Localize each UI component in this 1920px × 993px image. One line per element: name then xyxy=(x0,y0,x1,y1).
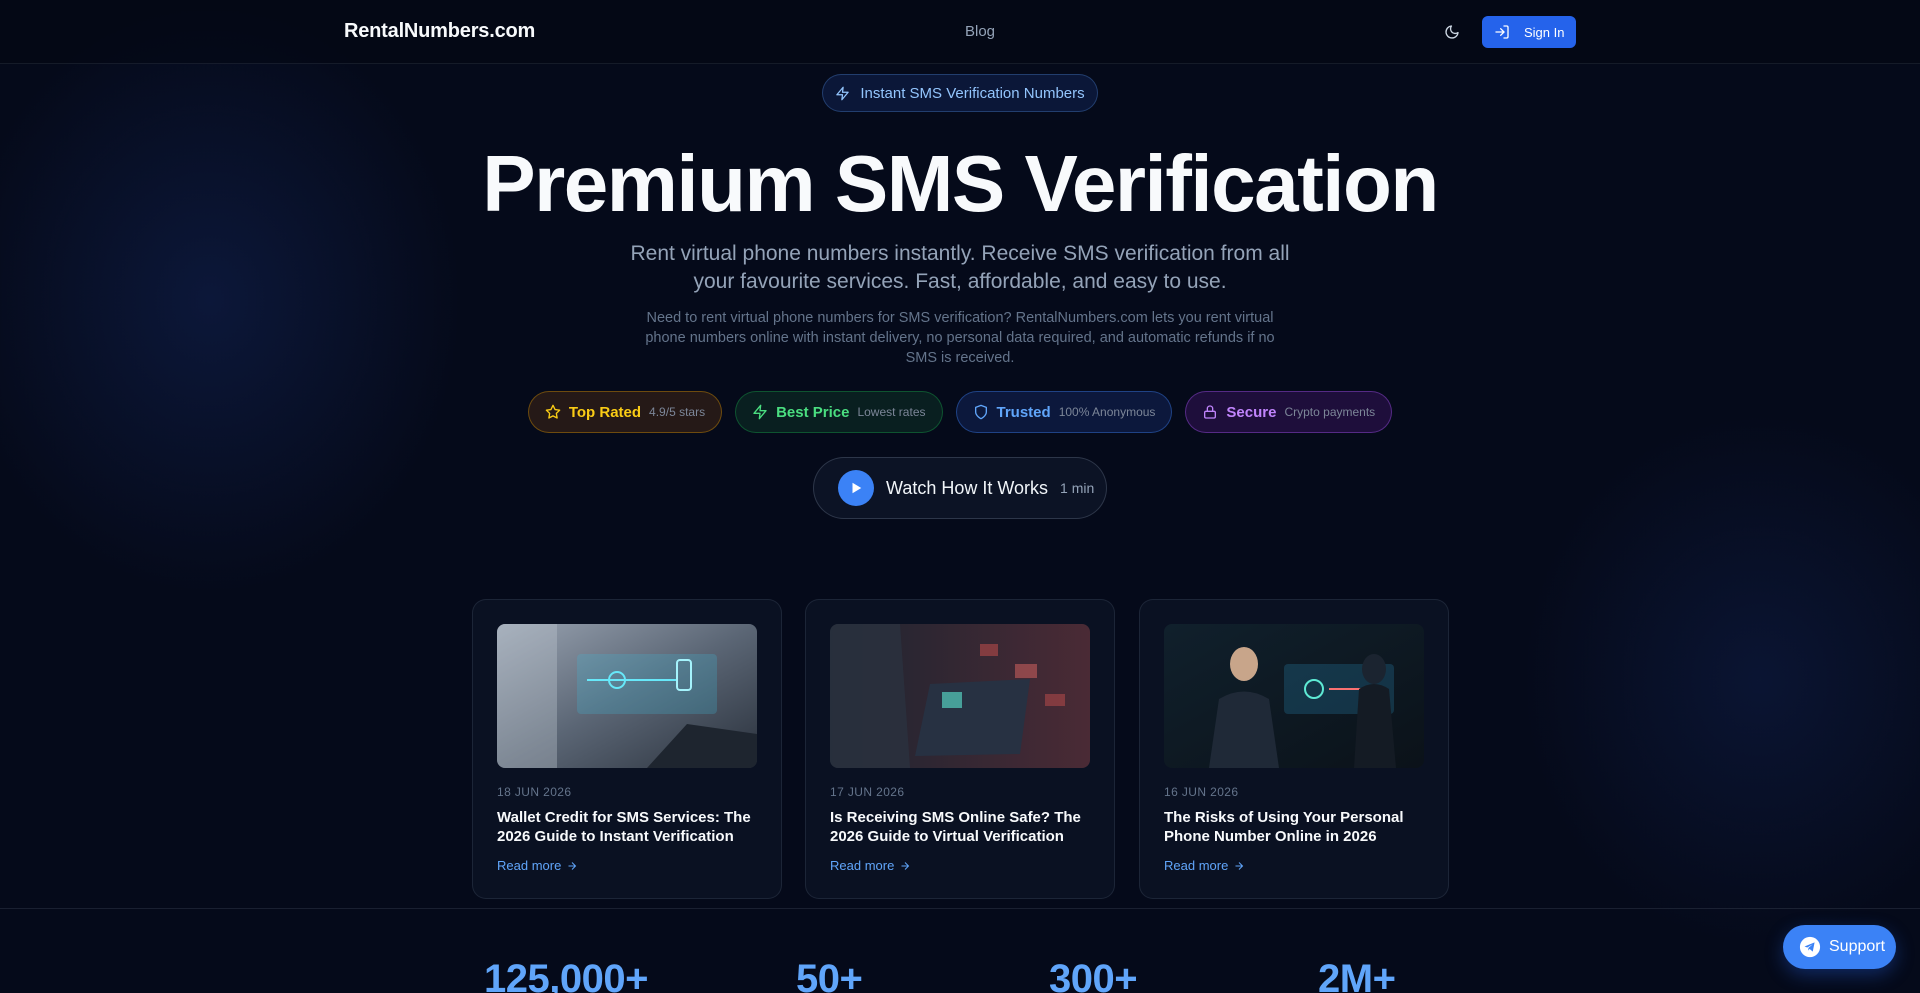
watch-label: Watch How It Works xyxy=(886,477,1049,498)
telegram-icon xyxy=(1799,936,1821,958)
blog-card-date: 18 JUN 2026 xyxy=(497,785,572,799)
badge-subtitle: 100% Anonymous xyxy=(1058,405,1156,419)
lock-icon xyxy=(1204,405,1217,419)
blog-card[interactable]: 17 JUN 2026 Is Receiving SMS Online Safe… xyxy=(805,599,1115,899)
stat-value: 50+ xyxy=(796,957,863,993)
watch-duration: 1 min xyxy=(1060,480,1095,496)
hero-description: Need to rent virtual phone numbers for S… xyxy=(645,310,1275,366)
sign-in-label: Sign In xyxy=(1524,24,1565,40)
blog-card-date: 17 JUN 2026 xyxy=(830,785,905,799)
nav-blog-link[interactable]: Blog xyxy=(965,23,995,40)
hero-title: Premium SMS Verification xyxy=(482,139,1439,228)
site-header: RentalNumbers.com Blog Sign In xyxy=(0,0,1920,64)
blog-card-date: 16 JUN 2026 xyxy=(1164,785,1239,799)
blog-card-title[interactable]: Wallet Credit for SMS Services: The 2026… xyxy=(497,808,767,846)
blog-card-image xyxy=(1164,624,1424,768)
blog-card-image xyxy=(830,624,1090,768)
support-label: Support xyxy=(1829,938,1886,955)
play-icon xyxy=(838,470,874,506)
section-divider xyxy=(0,908,1920,909)
badge-title: Best Price xyxy=(776,403,850,421)
stat-value: 300+ xyxy=(1049,957,1138,993)
login-icon xyxy=(1495,25,1509,39)
badge-top-rated: Top Rated 4.9/5 stars xyxy=(527,391,723,433)
badge-secure: Secure Crypto payments xyxy=(1185,391,1393,433)
read-more-link[interactable]: Read more xyxy=(830,858,911,873)
badge-title: Secure xyxy=(1226,403,1277,421)
blog-card-title[interactable]: The Risks of Using Your Personal Phone N… xyxy=(1164,808,1434,846)
stat-value: 2M+ xyxy=(1318,957,1396,993)
blog-card-image xyxy=(497,624,757,768)
hero-subtitle: Rent virtual phone numbers instantly. Re… xyxy=(630,242,1290,293)
trust-badges: Top Rated 4.9/5 stars Best Price Lowest … xyxy=(0,391,1920,433)
badge-trusted: Trusted 100% Anonymous xyxy=(955,391,1173,433)
arrow-right-icon xyxy=(1235,861,1244,870)
read-more-link[interactable]: Read more xyxy=(1164,858,1245,873)
lightning-icon xyxy=(836,86,850,100)
badge-title: Top Rated xyxy=(568,403,642,421)
badge-best-price: Best Price Lowest rates xyxy=(735,391,943,433)
watch-video-button[interactable]: Watch How It Works 1 min xyxy=(813,457,1107,519)
sign-in-button[interactable]: Sign In xyxy=(1482,16,1576,48)
badge-title: Trusted xyxy=(996,403,1051,421)
theme-toggle-button[interactable] xyxy=(1440,20,1464,44)
read-more-label: Read more xyxy=(497,858,562,873)
blog-card[interactable]: 18 JUN 2026 Wallet Credit for SMS Servic… xyxy=(472,599,782,899)
site-logo[interactable]: RentalNumbers.com xyxy=(344,20,535,43)
read-more-link[interactable]: Read more xyxy=(497,858,578,873)
arrow-right-icon xyxy=(901,861,910,870)
hero-tagline-label: Instant SMS Verification Numbers xyxy=(860,84,1085,102)
read-more-label: Read more xyxy=(830,858,895,873)
badge-subtitle: Lowest rates xyxy=(857,405,926,419)
stat-value: 125,000+ xyxy=(484,957,648,993)
lightning-icon xyxy=(753,404,767,420)
shield-icon xyxy=(974,404,987,420)
read-more-label: Read more xyxy=(1164,858,1229,873)
support-button[interactable]: Support xyxy=(1783,925,1896,969)
hero-tagline-pill: Instant SMS Verification Numbers xyxy=(822,74,1098,112)
badge-subtitle: 4.9/5 stars xyxy=(649,405,706,419)
blog-card[interactable]: 16 JUN 2026 The Risks of Using Your Pers… xyxy=(1139,599,1449,899)
moon-icon xyxy=(1445,25,1459,39)
blog-card-title[interactable]: Is Receiving SMS Online Safe? The 2026 G… xyxy=(830,808,1100,846)
arrow-right-icon xyxy=(568,861,577,870)
star-icon xyxy=(545,404,561,419)
badge-subtitle: Crypto payments xyxy=(1284,405,1376,419)
